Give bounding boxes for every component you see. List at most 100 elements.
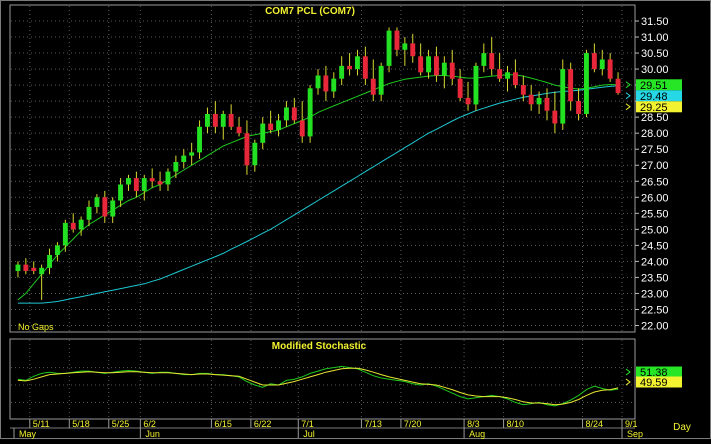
last-value-text: 29.25: [640, 102, 668, 114]
y-tick-label: 30.00: [641, 64, 669, 76]
candle-body: [86, 206, 92, 220]
month-label: May: [19, 429, 37, 439]
candle-body: [536, 97, 542, 105]
price-panel: COM7 PCL (COM7) No Gaps 22.00 22.50 23.00 2…: [9, 4, 682, 333]
y-tick-label: 24.50: [641, 240, 669, 252]
candle-body: [181, 155, 187, 162]
candle: [386, 27, 392, 73]
candle-body: [520, 85, 526, 95]
x-tick-label: 9/1: [625, 419, 638, 429]
candle-body: [299, 120, 305, 137]
x-tick-label: 6/15: [214, 419, 232, 429]
candle-body: [331, 78, 337, 92]
y-tick-label: 25.00: [641, 224, 669, 236]
candle-body: [31, 267, 37, 271]
price-panel-frame: [9, 4, 636, 333]
y-tick-label: 22.50: [641, 304, 669, 316]
y-tick-label: 30.50: [641, 48, 669, 60]
candle-body: [236, 126, 242, 134]
candle-body: [315, 75, 321, 89]
y-tick-label: 28.50: [641, 112, 669, 124]
candle: [473, 62, 479, 111]
candle-body: [410, 43, 416, 57]
candle-body: [102, 197, 108, 217]
candle-body: [110, 200, 116, 217]
candle-body: [465, 97, 471, 105]
x-tick-label: 8/10: [507, 419, 525, 429]
candle-body: [544, 97, 550, 111]
candle-body: [347, 65, 352, 70]
candle-body: [228, 114, 234, 127]
candle-body: [212, 114, 218, 127]
candle-body: [78, 219, 84, 230]
candle-body: [126, 178, 131, 185]
chart-canvas: COM7 PCL (COM7) No Gaps 22.00 22.50 23.00 2…: [0, 0, 711, 439]
candle-body: [252, 142, 258, 166]
x-tick-label: 5/25: [112, 419, 130, 429]
candle-body: [339, 65, 345, 79]
candle-body: [149, 178, 155, 182]
y-tick-label: 25.50: [641, 208, 669, 220]
candle-body: [276, 120, 281, 130]
candle-body: [418, 56, 424, 73]
candle-body: [449, 62, 455, 79]
candle-body: [386, 30, 392, 66]
x-tick-label: 8/24: [586, 419, 604, 429]
gaps-note: No Gaps: [18, 322, 54, 332]
x-tick-label: 7/20: [404, 419, 422, 429]
stochastic-panel: Modified Stochastic 51.3849.59: [9, 338, 682, 420]
candle-body: [55, 245, 60, 255]
candle-body: [39, 267, 45, 275]
candle-body: [552, 110, 558, 124]
candle: [307, 85, 313, 143]
candle-body: [584, 53, 589, 114]
x-tick-label: 5/18: [72, 419, 90, 429]
candle-body: [355, 56, 360, 70]
candle-body: [268, 123, 274, 130]
candle-body: [47, 255, 52, 268]
candle-body: [260, 123, 266, 143]
candle-body: [173, 162, 179, 172]
y-tick-label: 22.00: [641, 321, 669, 333]
candle-body: [576, 101, 581, 114]
candle-body: [591, 53, 597, 70]
candle-body: [15, 264, 21, 271]
candle-body: [481, 53, 487, 66]
candle-body: [23, 264, 29, 271]
x-tick-label: 8/3: [467, 419, 480, 429]
candle-body: [70, 222, 76, 230]
stochastic-title: Modified Stochastic: [272, 341, 367, 352]
candle-body: [370, 78, 376, 95]
candle-body: [307, 88, 313, 137]
y-tick-label: 28.00: [641, 128, 669, 140]
candle-body: [441, 62, 447, 76]
candle-body: [205, 114, 210, 127]
candle-body: [62, 222, 68, 246]
x-tick-label: 7/13: [364, 419, 382, 429]
candle-body: [378, 65, 384, 95]
x-tick-label: 7/1: [301, 419, 314, 429]
candle-body: [434, 56, 439, 76]
month-label: Jul: [303, 429, 315, 439]
candle-body: [607, 59, 613, 79]
candle-body: [489, 53, 495, 70]
y-tick-label: 23.00: [641, 288, 669, 300]
y-tick-label: 31.50: [641, 16, 669, 28]
candle-body: [528, 94, 534, 105]
y-tick-label: 23.50: [641, 272, 669, 284]
candle-body: [599, 59, 605, 70]
chart-window: COM7 PCL (COM7) No Gaps 22.00 22.50 23.00 2…: [0, 0, 711, 439]
y-tick-label: 26.00: [641, 192, 669, 204]
candle-body: [513, 72, 518, 86]
candle-body: [505, 72, 510, 79]
candle-body: [402, 43, 408, 50]
x-tick-label: 6/2: [143, 419, 156, 429]
candle-body: [165, 171, 171, 185]
candle-body: [497, 69, 503, 79]
candle-body: [394, 30, 400, 50]
candle-body: [362, 56, 368, 79]
candle-body: [197, 126, 202, 153]
month-label: Jun: [145, 429, 160, 439]
candle: [584, 49, 589, 118]
candle-body: [118, 184, 123, 201]
